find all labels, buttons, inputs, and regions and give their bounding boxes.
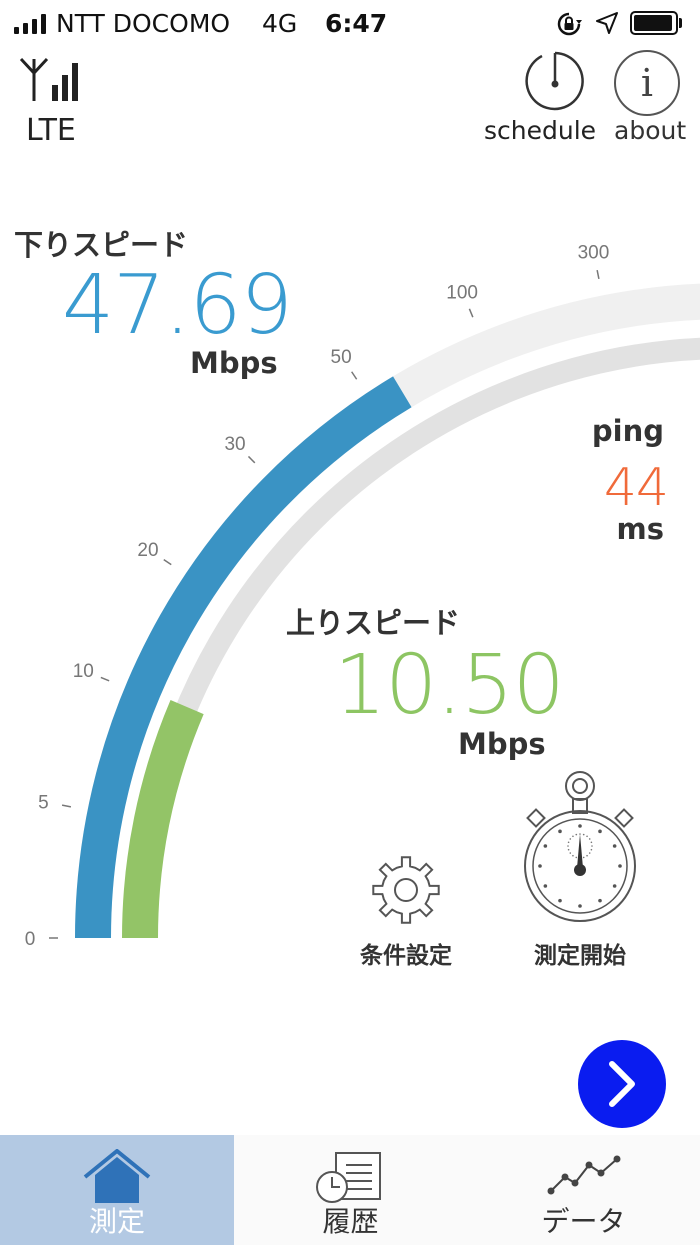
scale-label: 30 <box>224 434 245 455</box>
upload-speed-unit: Mbps <box>458 727 546 761</box>
gear-icon <box>372 856 440 924</box>
scale-tick <box>351 371 358 380</box>
tab-measure-label: 測定 <box>88 1205 145 1238</box>
scale-tick <box>596 269 600 280</box>
ping-value: 44 <box>603 458 669 518</box>
scale-tick <box>61 804 72 808</box>
tab-history-label: 履歴 <box>322 1205 379 1238</box>
settings-label: 条件設定 <box>360 943 452 969</box>
next-button[interactable] <box>578 1040 666 1128</box>
scale-label: 10 <box>73 661 94 682</box>
scale-tick <box>468 308 474 318</box>
stopwatch-icon <box>524 771 636 922</box>
download-speed-unit: Mbps <box>190 346 278 380</box>
line-chart-icon <box>547 1155 621 1195</box>
chevron-right-icon <box>609 1061 635 1107</box>
scale-tick <box>247 455 256 464</box>
tab-bar: 測定 履歴 データ <box>0 1135 700 1245</box>
tab-measure[interactable]: 測定 <box>0 1135 234 1245</box>
start-measurement-button[interactable]: 測定開始 <box>518 766 642 970</box>
tab-data[interactable]: データ <box>467 1135 700 1245</box>
home-icon <box>83 1149 151 1203</box>
scale-label: 50 <box>331 347 352 368</box>
scale-label: 300 <box>578 242 610 263</box>
scale-label: 5 <box>38 792 49 813</box>
history-icon <box>316 1152 381 1203</box>
upload-speed-value: 10.50 <box>334 638 565 733</box>
upload-speed-label: 上りスピード <box>286 606 461 640</box>
ping-unit: ms <box>616 512 664 546</box>
download-speed-value: 47.69 <box>62 258 293 353</box>
start-measurement-label: 測定開始 <box>534 943 626 969</box>
scale-tick <box>163 559 172 566</box>
ping-label: ping <box>591 414 664 448</box>
upload-arc <box>122 700 204 939</box>
tab-data-label: データ <box>541 1205 626 1238</box>
settings-button[interactable]: 条件設定 <box>350 850 462 970</box>
scale-label: 100 <box>446 282 478 303</box>
scale-tick <box>100 676 110 682</box>
scale-label: 0 <box>25 929 36 950</box>
scale-label: 20 <box>137 540 158 561</box>
tab-history[interactable]: 履歴 <box>234 1135 467 1245</box>
